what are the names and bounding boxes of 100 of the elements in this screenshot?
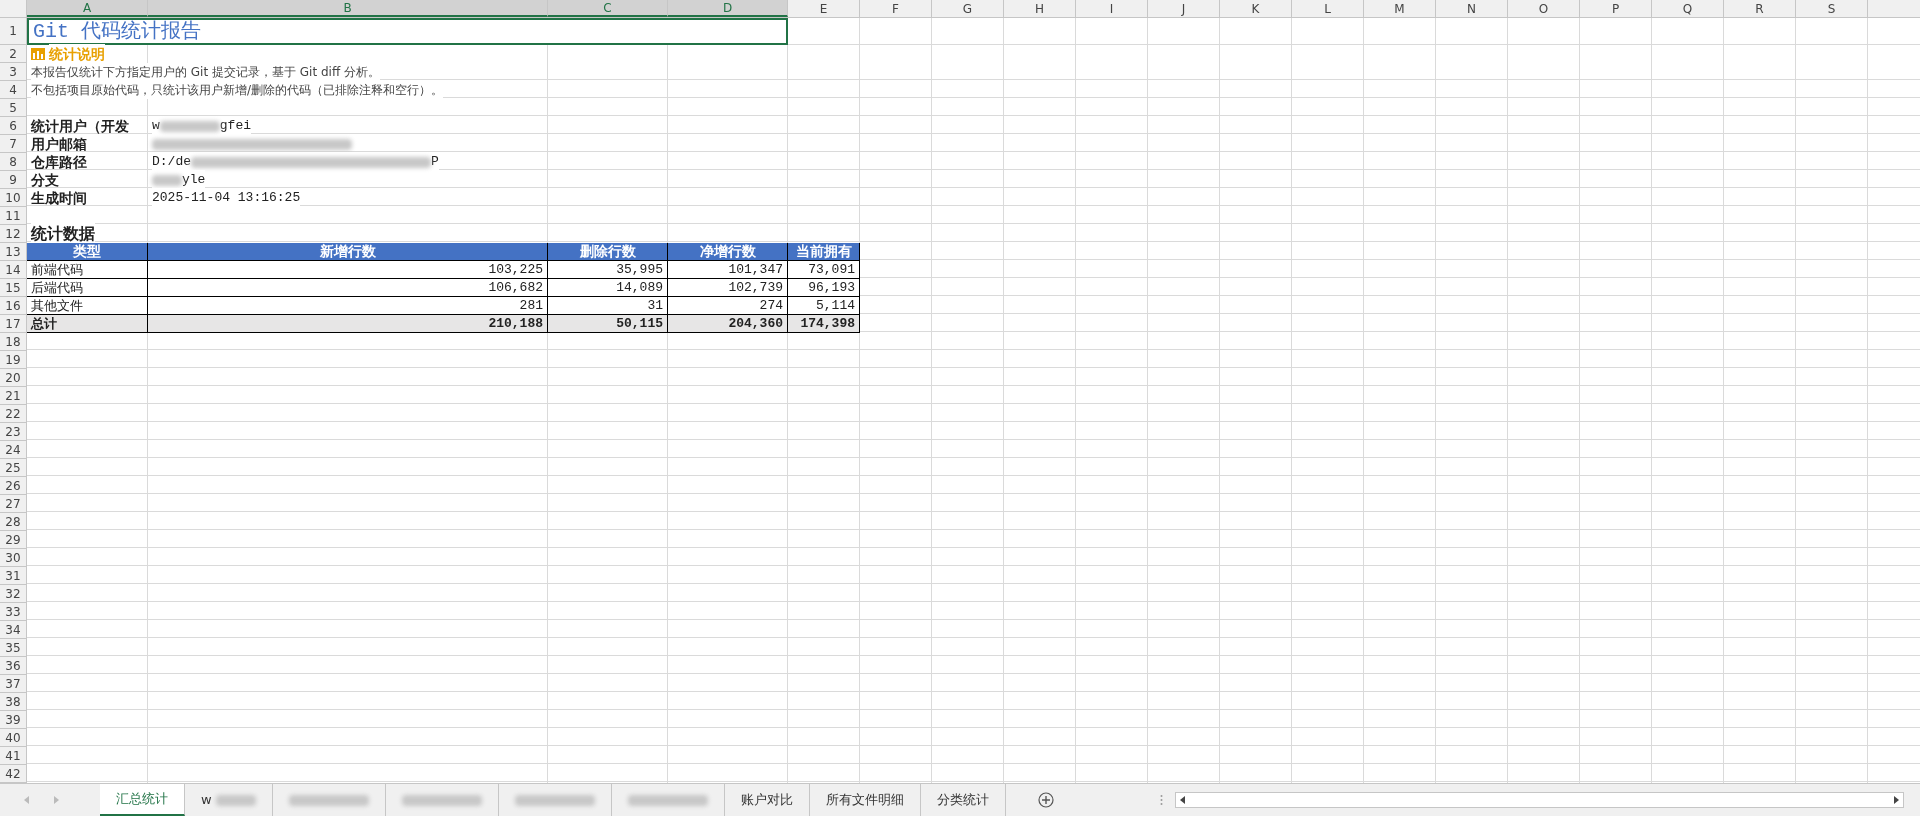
row-header[interactable]: 8: [0, 153, 27, 171]
row-header[interactable]: 24: [0, 441, 27, 459]
previous-sheet-icon[interactable]: [24, 796, 30, 804]
row-header[interactable]: 18: [0, 333, 27, 351]
field-value: gfei: [219, 117, 252, 136]
table-cell: 102,739: [668, 279, 788, 297]
field-value: 2025-11-04 13:16:25: [152, 189, 301, 208]
row-header[interactable]: 28: [0, 513, 27, 531]
table-cell: 274: [668, 297, 788, 315]
row-header[interactable]: 36: [0, 657, 27, 675]
row-header[interactable]: 42: [0, 765, 27, 783]
table-cell: 前端代码: [27, 261, 148, 279]
row-header[interactable]: 2: [0, 45, 27, 63]
note-text: 本报告仅统计下方指定用户的 Git 提交记录，基于 Git diff 分析。: [31, 63, 380, 81]
column-header[interactable]: A: [27, 0, 148, 17]
table-cell: 106,682: [148, 279, 548, 297]
horizontal-scrollbar[interactable]: [1175, 792, 1904, 808]
row-header[interactable]: 12: [0, 225, 27, 243]
row-header[interactable]: 30: [0, 549, 27, 567]
table-header: 净增行数: [668, 243, 788, 261]
row-header[interactable]: 15: [0, 279, 27, 297]
row-header[interactable]: 29: [0, 531, 27, 549]
row-header[interactable]: 22: [0, 405, 27, 423]
column-header[interactable]: D: [668, 0, 788, 17]
table-cell: 73,091: [788, 261, 860, 279]
table-cell: 5,114: [788, 297, 860, 315]
table-cell: 103,225: [148, 261, 548, 279]
field-label: 用户邮箱: [31, 134, 87, 154]
column-header[interactable]: R: [1724, 0, 1796, 17]
table-header: 删除行数: [548, 243, 668, 261]
sheet-tab[interactable]: w: [185, 784, 273, 816]
title-cell[interactable]: Git 代码统计报告: [27, 18, 788, 45]
table-cell: 101,347: [668, 261, 788, 279]
splitter-icon[interactable]: [1160, 794, 1163, 806]
row-header[interactable]: 7: [0, 135, 27, 153]
column-header[interactable]: B: [148, 0, 548, 17]
next-sheet-icon[interactable]: [54, 796, 60, 804]
column-header[interactable]: Q: [1652, 0, 1724, 17]
column-header[interactable]: L: [1292, 0, 1364, 17]
row-header[interactable]: 11: [0, 207, 27, 225]
row-header[interactable]: 4: [0, 81, 27, 99]
field-value: yle: [182, 171, 206, 190]
sheet-tab[interactable]: 分类统计: [920, 784, 1006, 816]
column-header[interactable]: G: [932, 0, 1004, 17]
row-header[interactable]: 33: [0, 603, 27, 621]
row-header[interactable]: 39: [0, 711, 27, 729]
table-header: 类型: [27, 243, 148, 261]
row-header[interactable]: 41: [0, 747, 27, 765]
row-header[interactable]: 26: [0, 477, 27, 495]
column-header[interactable]: M: [1364, 0, 1436, 17]
table-cell: 174,398: [788, 315, 860, 333]
row-header[interactable]: 10: [0, 189, 27, 207]
column-header[interactable]: S: [1796, 0, 1868, 17]
table-cell: 总计: [27, 315, 148, 333]
table-cell: 31: [548, 297, 668, 315]
column-header[interactable]: J: [1148, 0, 1220, 17]
row-header[interactable]: 27: [0, 495, 27, 513]
field-value: D:/de: [152, 153, 191, 172]
row-header[interactable]: 34: [0, 621, 27, 639]
row-header[interactable]: 3: [0, 63, 27, 81]
row-header[interactable]: 5: [0, 99, 27, 117]
row-header[interactable]: 16: [0, 297, 27, 315]
sheet-tab[interactable]: 汇总统计: [100, 784, 185, 816]
row-header[interactable]: 14: [0, 261, 27, 279]
table-cell: 50,115: [548, 315, 668, 333]
field-label: 仓库路径: [31, 152, 87, 172]
blurred-text: [215, 794, 256, 806]
table-cell: 204,360: [668, 315, 788, 333]
column-header[interactable]: F: [860, 0, 932, 17]
row-header[interactable]: 25: [0, 459, 27, 477]
row-header[interactable]: 23: [0, 423, 27, 441]
table-cell: 其他文件: [27, 297, 148, 315]
column-header[interactable]: E: [788, 0, 860, 17]
column-header[interactable]: P: [1580, 0, 1652, 17]
bar-chart-icon: [31, 48, 45, 60]
row-header[interactable]: 6: [0, 117, 27, 135]
column-header[interactable]: K: [1220, 0, 1292, 17]
sheet-tab[interactable]: 账户对比: [724, 784, 810, 816]
row-header[interactable]: 40: [0, 729, 27, 747]
row-header[interactable]: 17: [0, 315, 27, 333]
sheet-tab[interactable]: 所有文件明细: [809, 784, 921, 816]
column-header[interactable]: O: [1508, 0, 1580, 17]
row-header[interactable]: 21: [0, 387, 27, 405]
row-header[interactable]: 31: [0, 567, 27, 585]
column-header[interactable]: H: [1004, 0, 1076, 17]
add-sheet-icon[interactable]: [1037, 792, 1054, 808]
row-header[interactable]: 37: [0, 675, 27, 693]
row-header[interactable]: 32: [0, 585, 27, 603]
row-header[interactable]: 20: [0, 369, 27, 387]
row-header[interactable]: 38: [0, 693, 27, 711]
row-header[interactable]: 13: [0, 243, 27, 261]
row-header[interactable]: 35: [0, 639, 27, 657]
row-header[interactable]: 19: [0, 351, 27, 369]
column-header[interactable]: C: [548, 0, 668, 17]
row-header[interactable]: 9: [0, 171, 27, 189]
column-header[interactable]: N: [1436, 0, 1508, 17]
column-header[interactable]: I: [1076, 0, 1148, 17]
field-label: 统计用户（开发: [31, 116, 129, 136]
row-header[interactable]: 1: [0, 18, 27, 45]
table-header: 新增行数: [148, 243, 548, 261]
